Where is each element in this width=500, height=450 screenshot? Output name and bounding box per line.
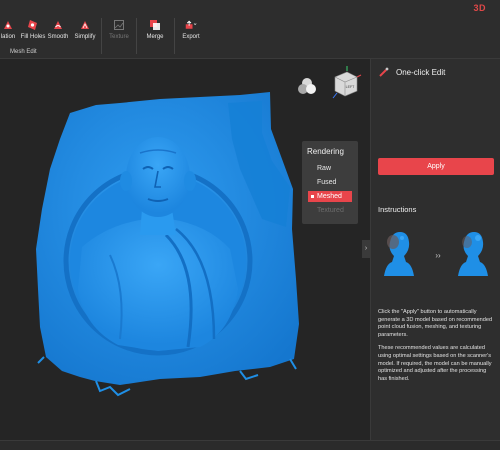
export-icon: [185, 20, 197, 29]
toolbar-separator: [174, 18, 175, 54]
shading-mode-icon[interactable]: [297, 77, 317, 95]
render-option-raw[interactable]: Raw: [308, 163, 352, 174]
isolation-label: lation: [0, 34, 16, 40]
isolation-icon: [4, 21, 12, 29]
svg-text:››: ››: [435, 251, 441, 260]
texture-label: Texture: [109, 34, 129, 40]
view-cube[interactable]: LEFT: [327, 65, 363, 101]
simplify-button[interactable]: Simplify: [73, 19, 97, 47]
svg-text:LEFT: LEFT: [346, 85, 356, 89]
simplify-label: Simplify: [74, 34, 96, 40]
bust-ear: [184, 171, 196, 191]
isolation-tool-button[interactable]: lation: [0, 19, 18, 47]
bust-head: [126, 137, 190, 217]
instructions-illustration: ››: [378, 224, 494, 284]
fill-holes-icon: [28, 20, 37, 30]
export-label: Export: [182, 34, 200, 40]
toolbar: lation Fill Holes Smooth Simplify Textur…: [0, 0, 500, 59]
meshed-model: [36, 92, 299, 397]
apply-button[interactable]: Apply: [378, 158, 494, 175]
status-bar: [0, 440, 500, 450]
app-logo: 3D: [473, 3, 486, 13]
render-option-fused[interactable]: Fused: [308, 177, 352, 188]
toolbar-separator: [136, 18, 137, 54]
render-option-textured[interactable]: Textured: [308, 205, 352, 216]
toolbar-separator: [101, 18, 102, 54]
render-option-meshed[interactable]: Meshed: [308, 191, 352, 202]
instructions-heading: Instructions: [378, 205, 417, 214]
merge-button[interactable]: Merge: [144, 19, 166, 47]
panel-title: One-click Edit: [396, 68, 446, 77]
toolbar-group-label: Mesh Edit: [10, 49, 37, 55]
texture-icon: [114, 20, 124, 30]
collapse-panel-button[interactable]: ›: [362, 240, 370, 258]
panel-header: One-click Edit: [371, 59, 500, 85]
rendering-panel: Rendering Raw Fused Meshed Textured: [302, 141, 358, 224]
3d-viewport[interactable]: LEFT Rendering Raw Fused Meshed Textured…: [0, 59, 370, 440]
one-click-edit-panel: One-click Edit Apply Instructions ›› Cli…: [370, 59, 500, 440]
magic-wand-icon: [379, 67, 389, 77]
bust-ear: [120, 171, 132, 191]
smooth-button[interactable]: Smooth: [47, 19, 69, 47]
chevron-down-icon: [193, 23, 197, 26]
smooth-icon: [54, 21, 62, 29]
rendering-title: Rendering: [307, 147, 344, 156]
merge-label: Merge: [146, 34, 164, 40]
smooth-label: Smooth: [47, 34, 69, 40]
instructions-paragraph: Click the "Apply" button to automaticall…: [378, 309, 493, 338]
export-button[interactable]: Export: [180, 19, 202, 47]
instructions-text: Click the "Apply" button to automaticall…: [378, 309, 496, 389]
fill-holes-label: Fill Holes: [20, 34, 46, 40]
axis-y-icon: [332, 92, 338, 99]
texture-button[interactable]: Texture: [108, 19, 130, 47]
simplify-icon: [81, 21, 89, 29]
instructions-paragraph: These recommended values are calculated …: [378, 345, 492, 382]
fill-holes-button[interactable]: Fill Holes: [20, 19, 46, 47]
merge-icon: [150, 20, 160, 30]
